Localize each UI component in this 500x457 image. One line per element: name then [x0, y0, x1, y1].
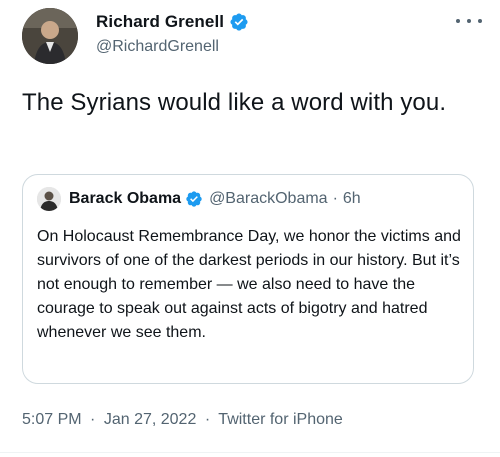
quoted-header: Barack Obama @BarackObama · 6h: [37, 187, 361, 211]
quoted-author-avatar: [37, 187, 61, 211]
quoted-author-name: Barack Obama: [69, 190, 182, 207]
quoted-separator: ·: [332, 190, 338, 207]
meta-separator: ·: [90, 411, 96, 428]
tweet-source[interactable]: Twitter for iPhone: [218, 411, 343, 428]
tweet-meta: 5:07 PM · Jan 27, 2022 · Twitter for iPh…: [22, 411, 343, 429]
author-name[interactable]: Richard Grenell: [96, 12, 224, 32]
verified-badge-icon: [230, 13, 248, 31]
quoted-tweet[interactable]: Barack Obama @BarackObama · 6h On Holoca…: [22, 174, 474, 384]
author-handle[interactable]: @RichardGrenell: [96, 38, 219, 56]
tweet: Richard Grenell @RichardGrenell The Syri…: [0, 0, 500, 457]
divider: [0, 452, 500, 453]
tweet-text: The Syrians would like a word with you.: [22, 89, 447, 116]
quoted-timestamp: 6h: [342, 190, 361, 207]
quoted-author-handle: @BarackObama: [209, 190, 328, 207]
more-icon[interactable]: [456, 12, 482, 30]
tweet-date[interactable]: Jan 27, 2022: [104, 411, 197, 428]
author-avatar[interactable]: [22, 8, 78, 64]
author-name-row: Richard Grenell: [96, 12, 249, 32]
tweet-time[interactable]: 5:07 PM: [22, 411, 82, 428]
meta-separator: ·: [204, 411, 211, 428]
verified-badge-icon: [186, 191, 202, 207]
quoted-text: On Holocaust Remembrance Day, we honor t…: [37, 228, 461, 341]
